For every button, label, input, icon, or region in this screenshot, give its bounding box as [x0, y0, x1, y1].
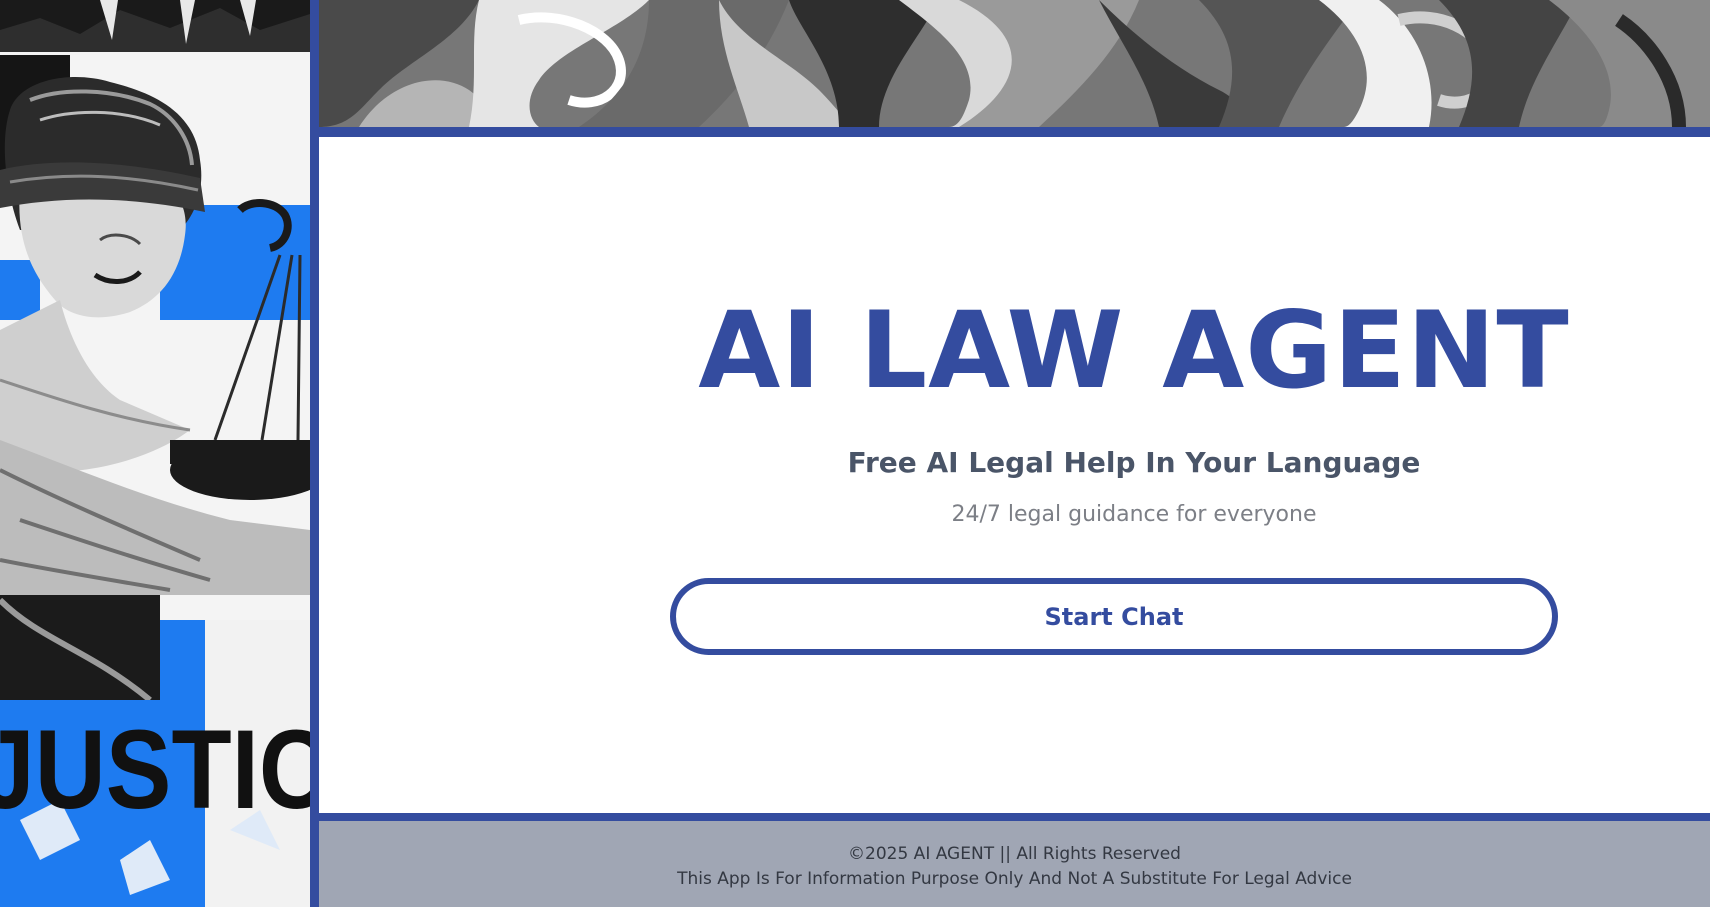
swirl-banner — [319, 0, 1710, 127]
footer-copyright: ©2025 AI AGENT || All Rights Reserved — [848, 844, 1181, 864]
footer-border — [319, 813, 1710, 821]
poster-word: JUSTIC — [0, 707, 310, 832]
start-chat-button[interactable]: Start Chat — [670, 578, 1558, 655]
page-title: AI LAW AGENT — [698, 289, 1570, 412]
hero-subtitle: Free AI Legal Help In Your Language — [847, 446, 1421, 479]
footer: ©2025 AI AGENT || All Rights Reserved Th… — [319, 821, 1710, 907]
side-divider — [310, 0, 319, 907]
hero-tagline: 24/7 legal guidance for everyone — [951, 502, 1317, 527]
banner-border — [319, 127, 1710, 137]
lady-justice-poster: JUSTIC — [0, 0, 310, 907]
footer-disclaimer: This App Is For Information Purpose Only… — [677, 869, 1352, 889]
hero-section: AI LAW AGENT Free AI Legal Help In Your … — [319, 137, 1710, 813]
